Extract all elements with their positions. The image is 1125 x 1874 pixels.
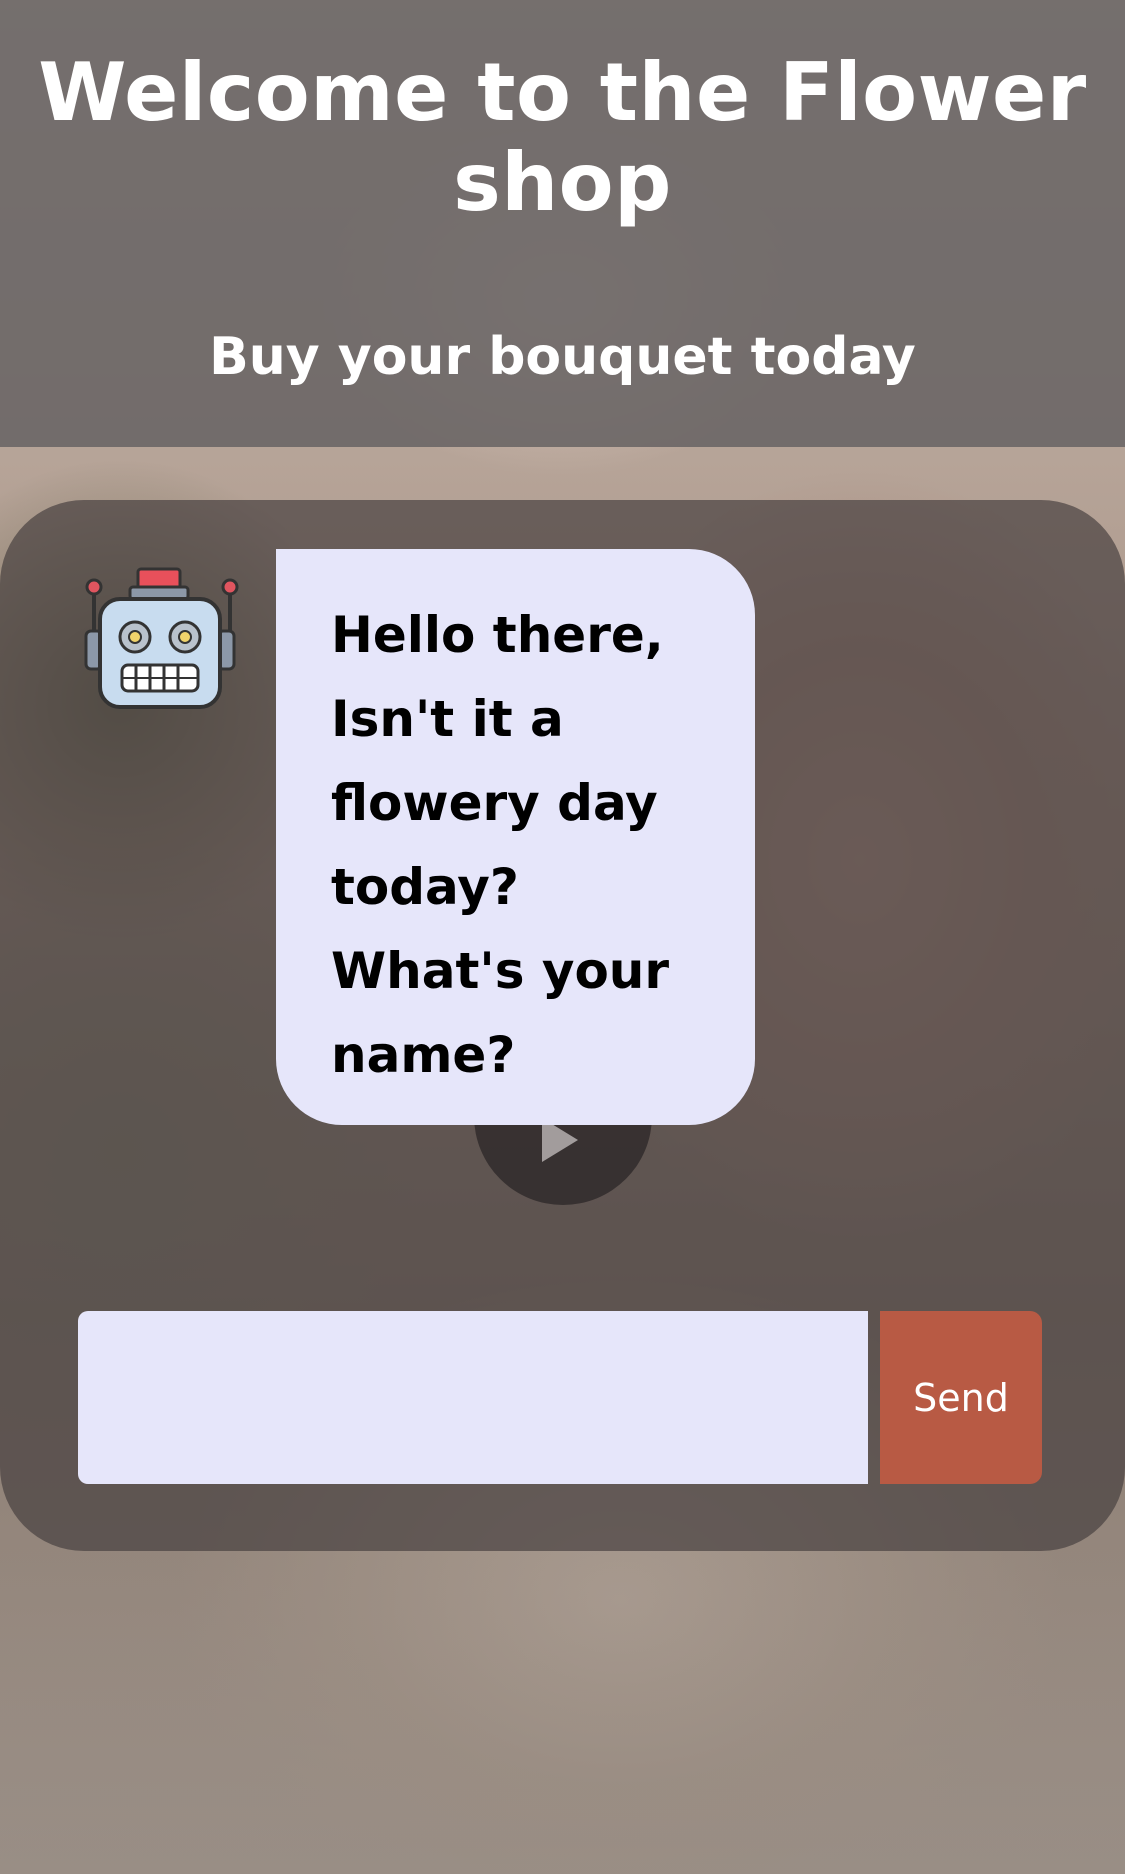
page-subtitle: Buy your bouquet today <box>209 327 916 387</box>
chat-message-input[interactable] <box>78 1311 868 1484</box>
send-button[interactable]: Send <box>880 1311 1042 1484</box>
background-shade <box>0 1544 1125 1874</box>
robot-icon <box>80 565 240 715</box>
hero-header: Welcome to the Flower shop Buy your bouq… <box>0 0 1125 447</box>
bot-message-bubble: Hello there, Isn't it a flowery day toda… <box>276 549 755 1125</box>
page-title: Welcome to the Flower shop <box>38 46 1087 229</box>
